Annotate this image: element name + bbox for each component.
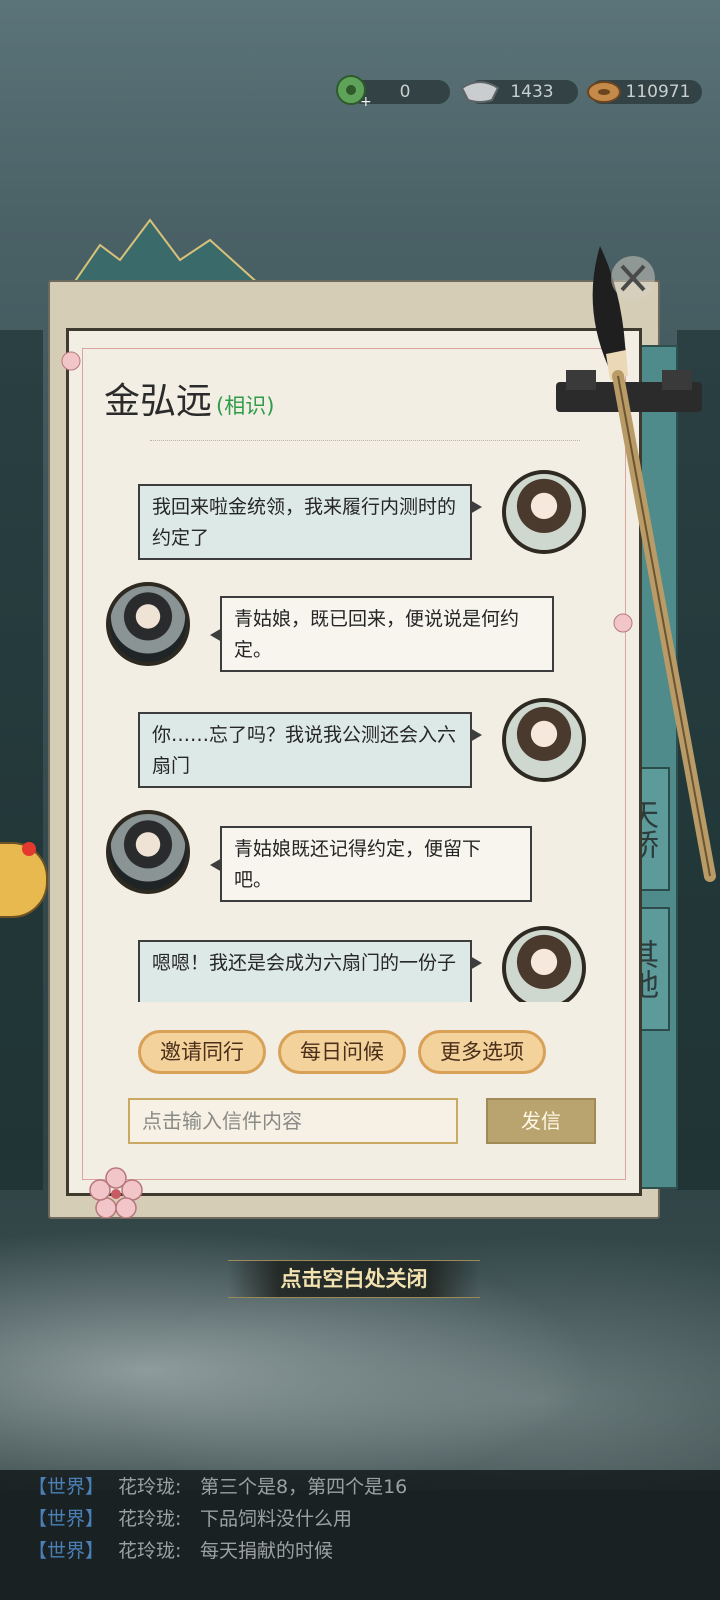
world-chat-line: 【世界】 花玲珑: 第三个是8，第四个是16 xyxy=(0,1472,720,1502)
copper-value: 110971 xyxy=(625,82,691,102)
tap-to-close-hint[interactable]: 点击空白处关闭 xyxy=(228,1260,480,1298)
npc-avatar xyxy=(106,810,190,894)
chat-sender: 花玲珑: xyxy=(118,1508,182,1530)
message-bubble: 我回来啦金统领，我来履行内测时的约定了 xyxy=(138,484,482,560)
chat-history[interactable]: 我回来啦金统领，我来履行内测时的约定了 青姑娘，既已回来，便说说是何约定。 你…… xyxy=(92,462,612,1002)
svg-text:+: + xyxy=(360,94,372,108)
close-x-icon[interactable] xyxy=(610,248,656,308)
message-bubble: 青姑娘，既已回来，便说说是何约定。 xyxy=(210,596,554,672)
chat-sender: 花玲珑: xyxy=(118,1540,182,1562)
letter-header: 金弘远 (相识) xyxy=(104,372,274,422)
chat-text: 每天捐献的时候 xyxy=(200,1540,334,1562)
world-chat-line: 【世界】 花玲珑: 每天捐献的时候 xyxy=(0,1536,720,1566)
chat-text: 第三个是8，第四个是16 xyxy=(200,1476,408,1498)
player-avatar xyxy=(502,698,586,782)
relation-badge: (相识) xyxy=(216,394,275,418)
npc-avatar xyxy=(106,582,190,666)
chat-channel: 【世界】 xyxy=(28,1540,105,1562)
chat-text: 下品饲料没什么用 xyxy=(200,1508,353,1530)
world-chat-feed[interactable]: 【世界】 花玲珑: 第三个是8，第四个是16 【世界】 花玲珑: 下品饲料没什么… xyxy=(0,1470,720,1600)
daily-greeting-button[interactable]: 每日问候 xyxy=(278,1030,406,1074)
silver-value: 1433 xyxy=(510,82,554,102)
player-avatar xyxy=(502,926,586,1002)
fog-overlay xyxy=(0,1190,720,1490)
silver-ingot-icon xyxy=(460,81,500,103)
message-bubble: 青姑娘既还记得约定，便留下吧。 xyxy=(210,826,532,902)
world-chat-line: 【世界】 花玲珑: 下品饲料没什么用 xyxy=(0,1504,720,1534)
more-options-button[interactable]: 更多选项 xyxy=(418,1030,546,1074)
invite-button[interactable]: 邀请同行 xyxy=(138,1030,266,1074)
letter-input[interactable]: 点击输入信件内容 xyxy=(128,1098,458,1144)
jade-value: 0 xyxy=(399,82,411,102)
player-avatar xyxy=(502,470,586,554)
blossom-decoration xyxy=(89,1167,143,1218)
chat-channel: 【世界】 xyxy=(28,1508,105,1530)
notification-dot xyxy=(22,842,36,856)
chat-channel: 【世界】 xyxy=(28,1476,105,1498)
petal-decoration xyxy=(613,613,633,633)
jade-coin-icon[interactable]: + xyxy=(334,72,372,108)
header-divider xyxy=(150,440,580,441)
petal-decoration xyxy=(61,351,81,371)
send-button[interactable]: 发信 xyxy=(486,1098,596,1144)
contact-name: 金弘远 xyxy=(104,381,213,422)
chat-sender: 花玲珑: xyxy=(118,1476,182,1498)
message-bubble: 你……忘了吗？我说我公测还会入六扇门 xyxy=(138,712,482,788)
message-bubble: 嗯嗯！我还是会成为六扇门的一份子 xyxy=(138,940,482,1002)
